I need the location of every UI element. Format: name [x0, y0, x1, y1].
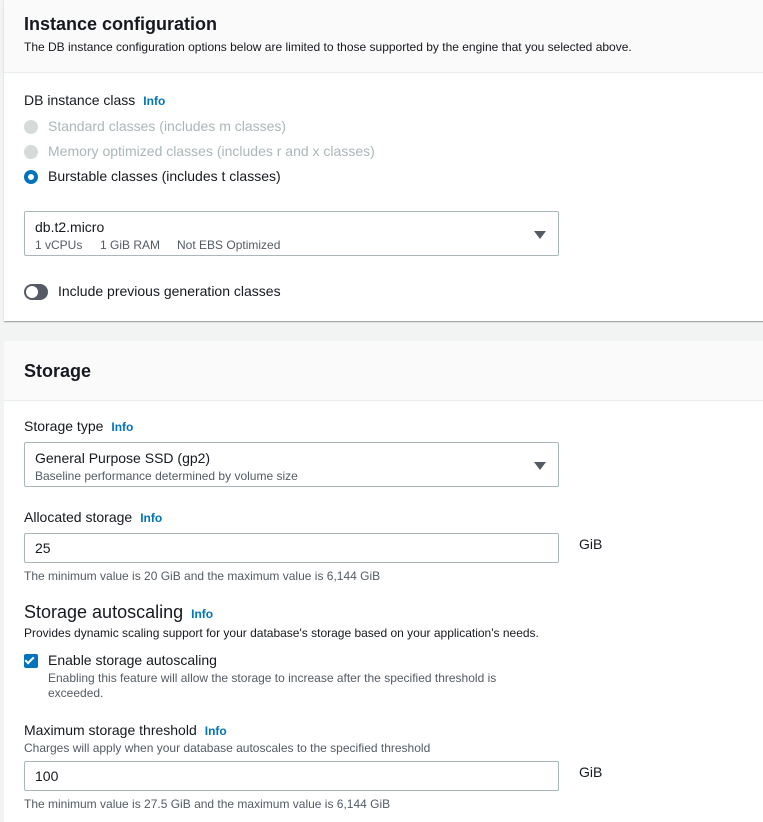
allocated-storage-unit: GiB	[579, 536, 603, 552]
instance-configuration-header: Instance configuration The DB instance c…	[4, 0, 763, 73]
max-storage-threshold-hint: The minimum value is 27.5 GiB and the ma…	[24, 797, 391, 811]
max-storage-threshold-input[interactable]	[24, 761, 559, 791]
max-storage-threshold-label-row: Maximum storage threshold Info	[24, 722, 227, 738]
checkmark-icon	[24, 654, 35, 665]
db-instance-class-select[interactable]: db.t2.micro 1 vCPUs 1 GiB RAM Not EBS Op…	[24, 211, 559, 256]
enable-storage-autoscaling-checkbox[interactable]	[24, 654, 38, 668]
toggle-knob	[26, 286, 38, 298]
storage-header: Storage	[4, 341, 763, 401]
enable-storage-autoscaling-desc-line2: exceeded.	[48, 686, 104, 700]
max-storage-threshold-unit: GiB	[579, 764, 603, 780]
storage-type-select[interactable]: General Purpose SSD (gp2) Baseline perfo…	[24, 442, 559, 487]
storage-type-label-row: Storage type Info	[24, 418, 133, 434]
storage-autoscaling-title-row: Storage autoscaling Info	[24, 602, 213, 623]
db-instance-class-label-row: DB instance class Info	[24, 92, 165, 108]
storage-type-value: General Purpose SSD (gp2)	[35, 450, 211, 466]
radio-burstable-label: Burstable classes (includes t classes)	[48, 168, 281, 184]
storage-autoscaling-info-link[interactable]: Info	[191, 607, 213, 621]
storage-autoscaling-title: Storage autoscaling	[24, 602, 184, 622]
radio-burstable-indicator[interactable]	[24, 170, 38, 184]
db-instance-class-ebs: Not EBS Optimized	[177, 238, 281, 252]
db-instance-class-ram: 1 GiB RAM	[100, 238, 161, 252]
max-storage-threshold-info-link[interactable]: Info	[205, 724, 227, 738]
allocated-storage-hint: The minimum value is 20 GiB and the maxi…	[24, 569, 381, 583]
caret-down-icon	[534, 231, 546, 239]
enable-storage-autoscaling-label: Enable storage autoscaling	[48, 652, 217, 668]
max-storage-threshold-description: Charges will apply when your database au…	[24, 741, 431, 755]
allocated-storage-label: Allocated storage	[24, 509, 133, 525]
enable-storage-autoscaling-checkbox-row[interactable]: Enable storage autoscaling Enabling this…	[24, 652, 544, 702]
radio-memory-label: Memory optimized classes (includes r and…	[48, 143, 375, 159]
enable-storage-autoscaling-desc-line1: Enabling this feature will allow the sto…	[48, 671, 497, 685]
storage-type-info-link[interactable]: Info	[111, 420, 133, 434]
include-previous-generation-label: Include previous generation classes	[58, 283, 281, 299]
include-previous-generation-toggle-row[interactable]: Include previous generation classes	[24, 283, 324, 303]
caret-down-icon	[534, 462, 546, 470]
allocated-storage-info-link[interactable]: Info	[140, 511, 162, 525]
max-storage-threshold-label: Maximum storage threshold	[24, 722, 197, 738]
storage-title: Storage	[24, 361, 92, 381]
allocated-storage-input[interactable]	[24, 533, 559, 563]
db-instance-class-label: DB instance class	[24, 92, 136, 108]
db-instance-class-info-link[interactable]: Info	[143, 94, 165, 108]
instance-configuration-description: The DB instance configuration options be…	[24, 40, 632, 54]
storage-panel: Storage Storage type Info General Purpose…	[4, 341, 763, 822]
radio-standard-label: Standard classes (includes m classes)	[48, 118, 287, 134]
db-instance-class-vcpus: 1 vCPUs	[35, 238, 83, 252]
storage-type-label: Storage type	[24, 418, 104, 434]
storage-autoscaling-description: Provides dynamic scaling support for you…	[24, 626, 539, 640]
db-instance-class-value: db.t2.micro	[35, 219, 105, 235]
instance-configuration-title: Instance configuration	[24, 14, 218, 34]
instance-configuration-panel: Instance configuration The DB instance c…	[4, 0, 763, 321]
toggle-switch[interactable]	[24, 284, 48, 300]
radio-standard-indicator[interactable]	[24, 120, 38, 134]
radio-memory-indicator[interactable]	[24, 145, 38, 159]
allocated-storage-label-row: Allocated storage Info	[24, 509, 162, 525]
storage-type-description: Baseline performance determined by volum…	[35, 469, 298, 483]
